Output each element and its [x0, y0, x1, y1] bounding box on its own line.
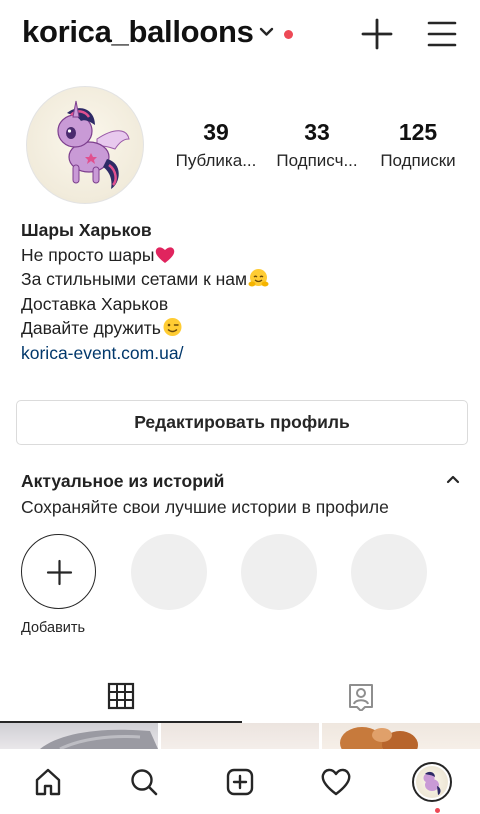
profile-avatar-icon	[412, 761, 452, 802]
post-thumbnail[interactable]	[322, 723, 480, 749]
home-icon	[35, 768, 61, 795]
nav-search[interactable]	[96, 749, 192, 814]
profile-avatar[interactable]	[26, 86, 144, 204]
add-highlight-label: Добавить	[21, 620, 86, 636]
edit-profile-button[interactable]: Редактировать профиль	[16, 400, 468, 445]
bio-line-4-text: Давайте дружить	[21, 318, 161, 338]
stat-posts[interactable]: 39 Публика...	[172, 118, 260, 173]
username-title[interactable]: korica_balloons	[22, 14, 254, 50]
bio-line-4: Давайте дружить	[21, 316, 461, 341]
chevron-up-icon[interactable]	[446, 474, 460, 484]
bio-line-2-text: За стильными сетами к нам	[21, 269, 248, 289]
notification-dot	[435, 808, 440, 813]
balloon-image	[40, 729, 158, 749]
pony-avatar	[57, 100, 130, 189]
highlight-placeholder	[351, 534, 427, 610]
search-icon	[131, 768, 158, 795]
post-thumbnail[interactable]	[161, 723, 319, 749]
plus-icon	[46, 559, 73, 586]
profile-name: Шары Харьков	[21, 220, 152, 240]
bio-line-1: Не просто шары	[21, 243, 461, 268]
stat-followers[interactable]: 33 Подписч...	[270, 118, 364, 173]
nav-activity[interactable]	[288, 749, 384, 814]
new-post-icon	[226, 768, 254, 795]
bio-line-2: За стильными сетами к нам	[21, 267, 461, 292]
highlight-placeholder	[131, 534, 207, 610]
posts-grid	[0, 723, 480, 749]
add-highlight-button[interactable]	[21, 534, 96, 609]
followers-count: 33	[304, 119, 330, 145]
following-label: Подписки	[380, 151, 456, 170]
hamburger-menu-icon[interactable]	[427, 17, 457, 51]
nav-new-post[interactable]	[192, 749, 288, 814]
red-heart-emoji	[156, 246, 175, 263]
highlights-subtitle: Сохраняйте свои лучшие истории в профиле	[21, 497, 389, 517]
bio-line-3: Доставка Харьков	[21, 293, 169, 314]
plus-icon[interactable]	[360, 17, 394, 51]
heart-icon	[321, 768, 351, 795]
hugging-face-emoji	[248, 269, 269, 287]
highlight-placeholder	[241, 534, 317, 610]
balloon-image	[340, 727, 418, 749]
nav-home[interactable]	[0, 749, 96, 814]
post-thumbnail[interactable]	[0, 723, 158, 749]
posts-count: 39	[203, 119, 229, 145]
followers-label: Подписч...	[276, 151, 358, 170]
bio-website-link[interactable]: korica-event.com.ua/	[21, 341, 461, 366]
winking-face-emoji	[163, 318, 182, 336]
chevron-down-icon[interactable]	[259, 27, 274, 37]
following-count: 125	[398, 119, 438, 145]
tab-grid[interactable]	[0, 668, 242, 724]
nav-profile[interactable]	[384, 749, 480, 814]
bottom-navigation	[0, 749, 480, 814]
tab-tagged[interactable]	[242, 668, 480, 724]
highlights-title: Актуальное из историй	[21, 471, 225, 491]
profile-bio: Шары Харьков Не просто шары За стильными…	[21, 218, 461, 365]
stat-following[interactable]: 125 Подписки	[372, 118, 464, 173]
posts-label: Публика...	[175, 151, 257, 170]
notification-dot	[284, 30, 293, 39]
profile-header: korica_balloons	[0, 0, 480, 66]
bio-line-1-text: Не просто шары	[21, 244, 155, 265]
grid-icon	[107, 682, 135, 710]
tagged-person-icon	[349, 684, 373, 711]
